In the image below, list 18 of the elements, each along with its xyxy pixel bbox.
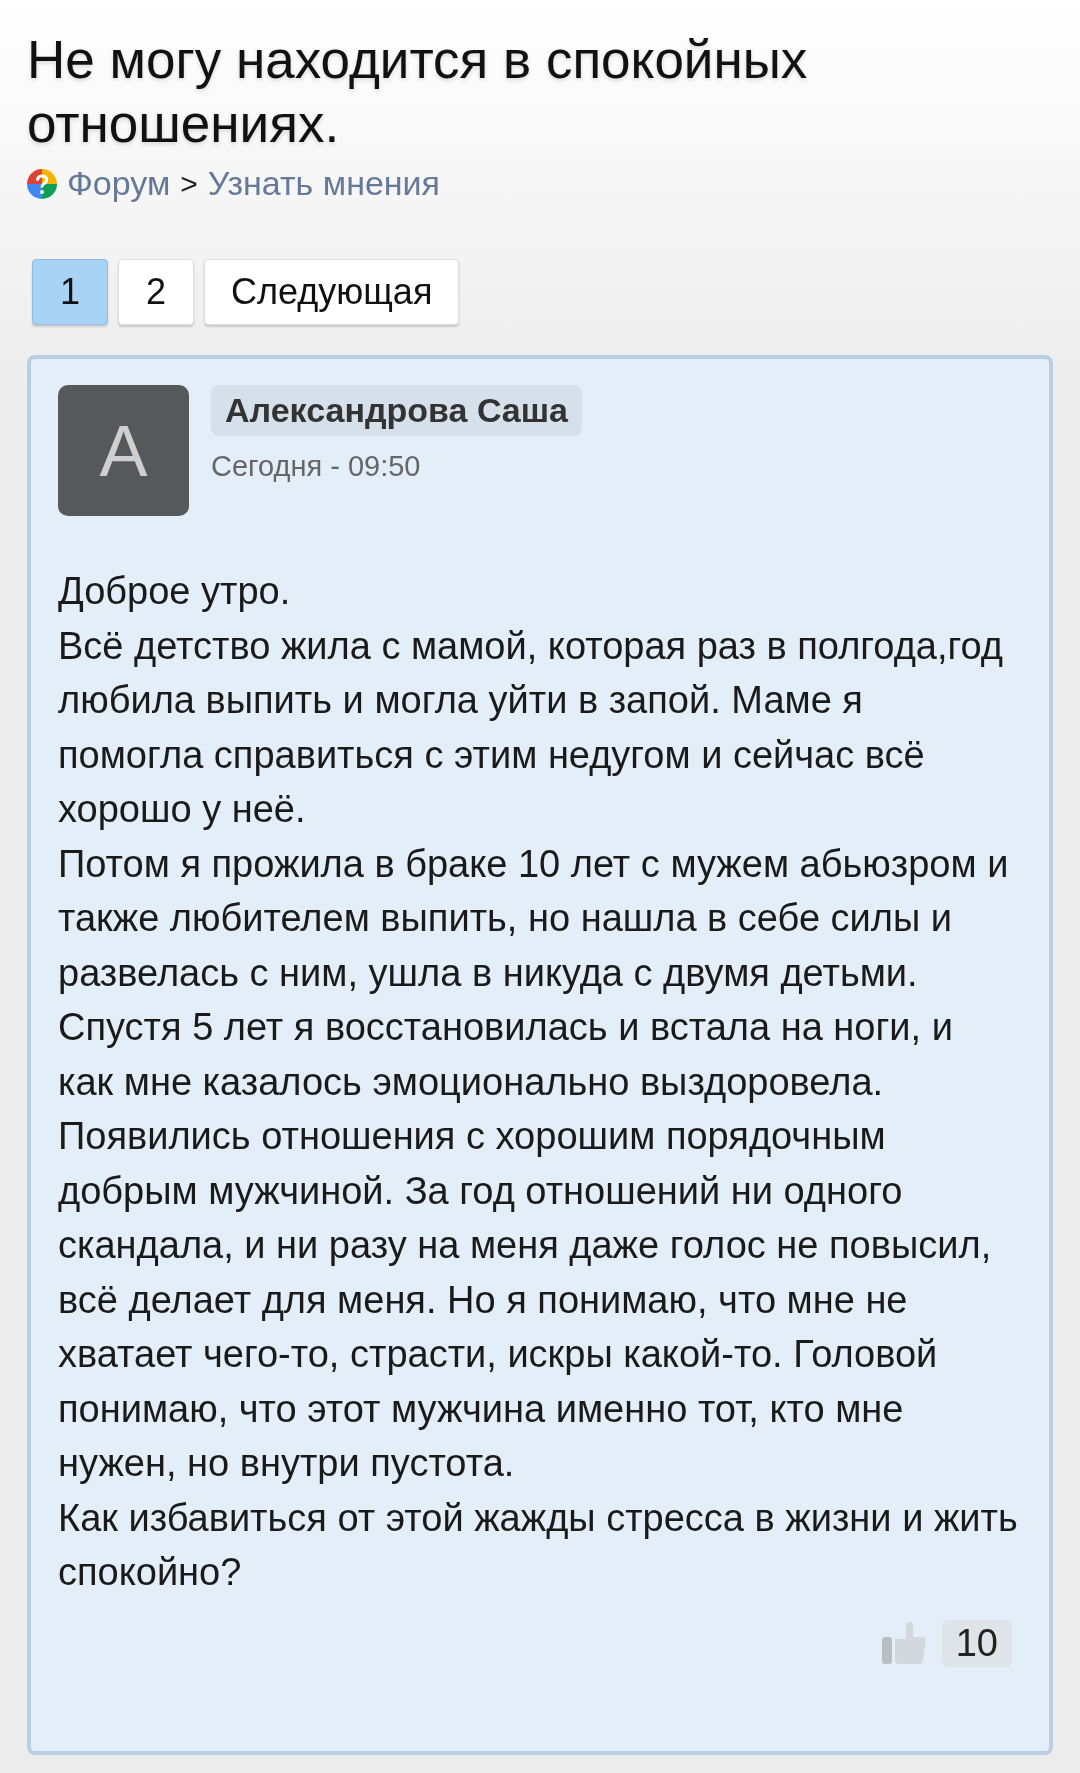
breadcrumb-separator: > [180, 166, 198, 201]
page-button[interactable]: Следующая [204, 259, 460, 325]
thumbs-up-icon[interactable] [881, 1622, 926, 1664]
question-mark-icon [27, 168, 57, 199]
breadcrumb-link[interactable]: Узнать мнения [207, 164, 440, 203]
post-paragraph: Доброе утро. [58, 569, 292, 614]
post-paragraph: Всё детство жила с мамой, которая раз в полгода,год любила выпить и могла уйти в запой. Маме я помогла справиться с этим недугом и сейчас всё хорошо у неё. [58, 623, 1004, 832]
post-paragraph: Как избавиться от этой жажды стресса в жизни и жить спокойно? [58, 1495, 1018, 1595]
avatar: А [58, 385, 189, 516]
breadcrumb-link[interactable]: Форум [67, 164, 171, 203]
topic-title: Не могу находится в спокойных отношениях. [27, 29, 809, 155]
author-name[interactable]: Александрова Саша [211, 385, 582, 436]
page-button[interactable]: 2 [118, 259, 194, 325]
post-paragraph: Потом я прожила в браке 10 лет с мужем абьюзром и также любителем выпить, но нашла в себе силы и развелась с ним, ушла в никуда с двумя детьми. Спустя 5 лет я восстановилась и встала на ноги, и как мне казалось эмоционально выздоровела. [58, 841, 1010, 1105]
like-count: 10 [941, 1619, 1012, 1667]
post-date: Сегодня - 09:50 [211, 450, 421, 483]
post-paragraph: Появились отношения с хорошим порядочным добрым мужчиной. За год отношений ни одного скандала, и ни разу на меня даже голос не повысил, всё делает для меня. Но я понимаю, что мне не хватает чего-то, страсти, искры какой-то. Головой понимаю, что этот мужчина именно тот, кто мне нужен, но внутри пустота. [58, 1114, 993, 1486]
page-button[interactable]: 1 [32, 259, 108, 325]
